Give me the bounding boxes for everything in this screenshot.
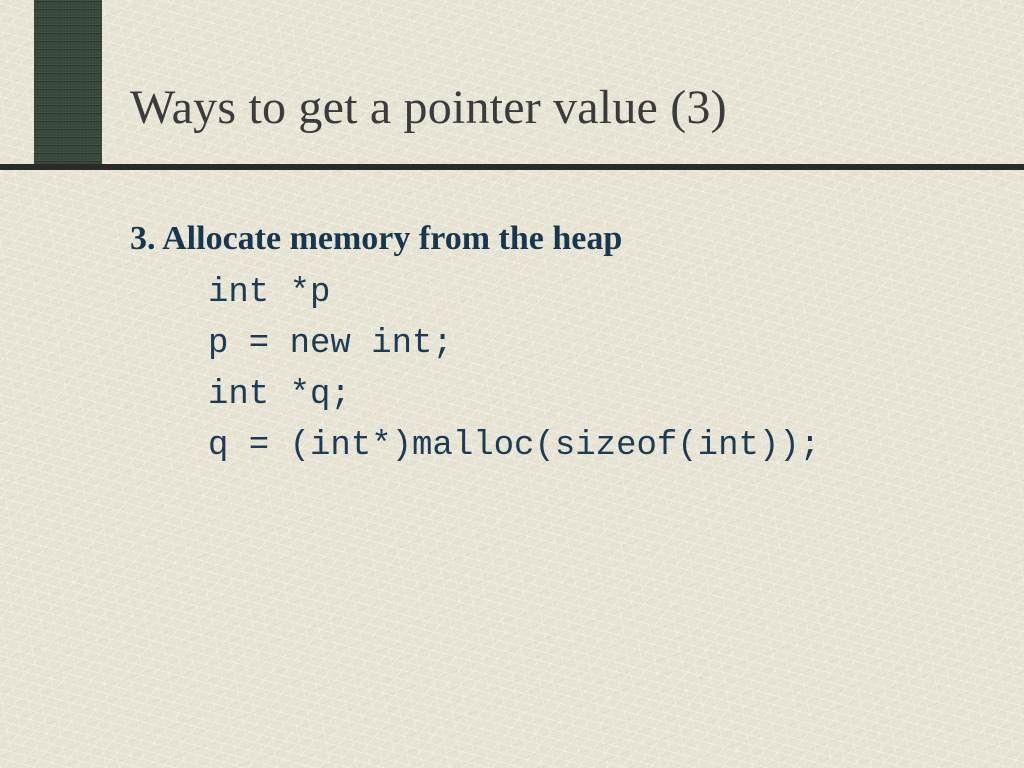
- code-line: p = new int;: [208, 325, 453, 363]
- code-line: int *q;: [208, 376, 351, 414]
- code-block: int *p p = new int; int *q; q = (int*)ma…: [208, 268, 964, 472]
- corner-ornament: [34, 0, 102, 164]
- code-line: q = (int*)malloc(sizeof(int));: [208, 427, 820, 465]
- slide: Ways to get a pointer value (3) 3. Alloc…: [0, 0, 1024, 768]
- code-line: int *p: [208, 274, 330, 312]
- horizontal-rule: [0, 164, 1024, 170]
- section-heading: 3. Allocate memory from the heap: [130, 220, 964, 258]
- slide-body: 3. Allocate memory from the heap int *p …: [130, 220, 964, 472]
- slide-title: Ways to get a pointer value (3): [130, 80, 727, 135]
